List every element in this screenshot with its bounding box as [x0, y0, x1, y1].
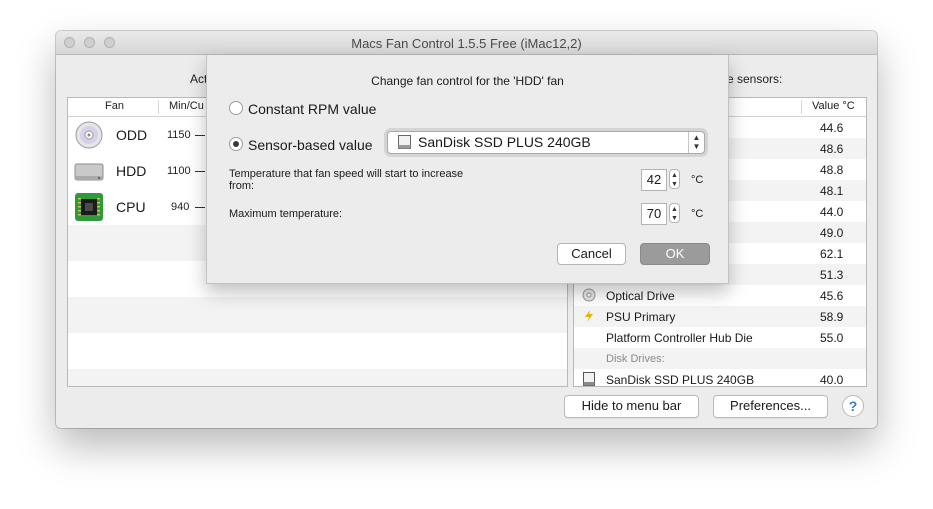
help-button[interactable]: ? — [842, 395, 864, 417]
sensor-based-label[interactable]: Sensor-based value — [248, 137, 373, 153]
hide-to-menu-bar-button[interactable]: Hide to menu bar — [564, 395, 699, 418]
sensor-row[interactable]: Optical Drive 45.6 — [574, 285, 866, 306]
sensor-value: 51.3 — [820, 268, 844, 282]
max-temp-input[interactable]: 70 — [641, 203, 667, 225]
window-title: Macs Fan Control 1.5.5 Free (iMac12,2) — [351, 36, 582, 51]
cpu-chip-icon — [75, 193, 103, 221]
sensor-row[interactable]: PSU Primary 58.9 — [574, 306, 866, 327]
sensor-name: Disk Drives: — [606, 353, 665, 365]
max-temp-label: Maximum temperature: — [229, 208, 343, 220]
fan-rpm: 1100 — [167, 165, 191, 177]
disk-drive-icon — [398, 135, 411, 149]
fan-name: ODD — [116, 127, 148, 143]
sensor-value: 48.8 — [820, 163, 844, 177]
fan-name: CPU — [116, 199, 146, 215]
max-temp-stepper[interactable]: ▲ ▼ — [669, 203, 680, 223]
optical-disc-icon — [75, 121, 103, 149]
sensor-select[interactable]: SanDisk SSD PLUS 240GB ▲ ▼ — [387, 131, 705, 154]
rpm-column-header[interactable]: Min/Cu — [169, 100, 204, 112]
start-temp-label: Temperature that fan speed will start to… — [229, 168, 464, 192]
fan-control-dialog: Change fan control for the 'HDD' fan Con… — [206, 55, 729, 284]
constant-rpm-label[interactable]: Constant RPM value — [248, 101, 376, 117]
title-bar: Macs Fan Control 1.5.5 Free (iMac12,2) — [56, 31, 877, 55]
sensor-select-value: SanDisk SSD PLUS 240GB — [418, 134, 591, 150]
sensor-value: 45.6 — [820, 289, 844, 303]
sensor-value: 40.0 — [820, 373, 844, 387]
fan-rpm: 940 — [171, 201, 190, 213]
start-temp-unit: °C — [691, 174, 704, 186]
sensor-value: 58.9 — [820, 310, 844, 324]
sensor-group-header: Disk Drives: — [574, 348, 866, 369]
cancel-button[interactable]: Cancel — [557, 243, 626, 265]
sensor-row[interactable]: SanDisk SSD PLUS 240GB 40.0 — [574, 369, 866, 387]
sensor-value: 55.0 — [820, 331, 844, 345]
chevron-up-down-icon: ▲ ▼ — [688, 132, 704, 153]
sensor-value: 62.1 — [820, 247, 844, 261]
fan-rpm: 1150 — [167, 129, 191, 141]
fan-name: HDD — [116, 163, 147, 179]
fan-column-header[interactable]: Fan — [105, 100, 124, 112]
value-column-header[interactable]: Value °C — [812, 100, 855, 112]
sensor-name: SanDisk SSD PLUS 240GB — [606, 373, 755, 387]
sensor-name: Optical Drive — [606, 289, 675, 303]
dialog-title: Change fan control for the 'HDD' fan — [371, 74, 564, 88]
preferences-button[interactable]: Preferences... — [713, 395, 828, 418]
sensor-value: 48.1 — [820, 184, 844, 198]
sensor-name: PSU Primary — [606, 310, 676, 324]
sensor-value: 44.6 — [820, 121, 844, 135]
fans-section-label: Act — [190, 72, 208, 86]
ok-button[interactable]: OK — [640, 243, 710, 265]
sensor-name: Platform Controller Hub Die — [606, 331, 753, 345]
disk-drive-icon — [583, 372, 595, 386]
constant-rpm-radio[interactable] — [229, 101, 243, 115]
sensor-based-radio[interactable] — [229, 137, 243, 151]
lightning-icon — [585, 310, 593, 322]
start-temp-input[interactable]: 42 — [641, 169, 667, 191]
sensor-value: 49.0 — [820, 226, 844, 240]
sensor-value: 48.6 — [820, 142, 844, 156]
optical-disc-icon — [582, 288, 596, 302]
hard-drive-icon — [74, 163, 104, 181]
start-temp-stepper[interactable]: ▲ ▼ — [669, 169, 680, 189]
sensors-section-label: e sensors: — [727, 72, 783, 86]
max-temp-unit: °C — [691, 208, 704, 220]
sensor-value: 44.0 — [820, 205, 844, 219]
sensor-row[interactable]: Platform Controller Hub Die 55.0 — [574, 327, 866, 348]
